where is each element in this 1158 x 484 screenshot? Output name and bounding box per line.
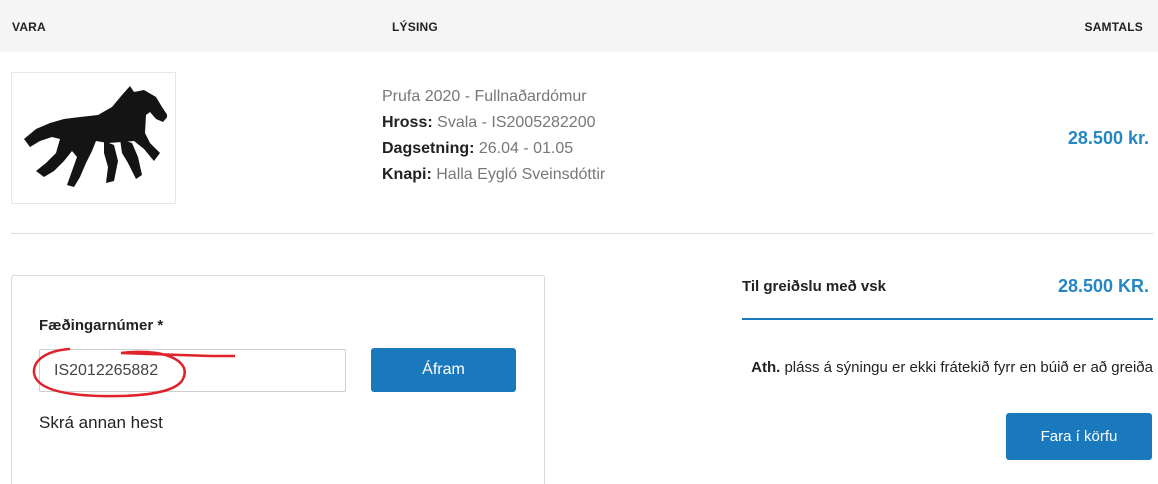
note-text: pláss á sýningu er ekki frátekið fyrr en… <box>780 359 1153 376</box>
horse-label: Hross: <box>382 114 433 131</box>
date-row: Dagsetning: 26.04 - 01.05 <box>382 136 605 162</box>
horse-silhouette-icon <box>24 86 167 187</box>
register-another-horse-link[interactable]: Skrá annan hest <box>39 413 163 433</box>
column-header-samtals: SAMTALS <box>1084 20 1143 34</box>
birth-number-label: Fæðingarnúmer * <box>39 317 164 334</box>
product-title: Prufa 2020 - Fullnaðardómur <box>382 88 587 105</box>
total-label: Til greiðslu með vsk <box>742 278 886 295</box>
column-header-lysing: LÝSING <box>392 20 438 34</box>
note-bold: Ath. <box>751 359 781 376</box>
product-description: Prufa 2020 - Fullnaðardómur Hross: Svala… <box>382 84 605 188</box>
total-underline <box>742 318 1153 320</box>
go-to-cart-button[interactable]: Fara í körfu <box>1006 413 1152 460</box>
horse-value: Svala - IS2005282200 <box>437 114 596 131</box>
horse-row: Hross: Svala - IS2005282200 <box>382 110 605 136</box>
section-divider <box>11 233 1153 234</box>
table-header: VARA LÝSING SAMTALS <box>0 0 1158 52</box>
birth-number-panel: Fæðingarnúmer * Áfram Skrá annan hest <box>11 275 545 484</box>
column-header-vara: VARA <box>12 20 46 34</box>
continue-button[interactable]: Áfram <box>371 348 516 392</box>
item-price: 28.500 kr. <box>1067 128 1149 148</box>
product-thumbnail <box>11 72 176 204</box>
total-value: 28.500 KR. <box>1057 276 1149 296</box>
date-label: Dagsetning: <box>382 140 475 157</box>
date-value: 26.04 - 01.05 <box>478 140 574 157</box>
rider-row: Knapi: Halla Eygló Sveinsdóttir <box>382 162 605 188</box>
payment-note: Ath. pláss á sýningu er ekki frátekið fy… <box>751 359 1153 376</box>
rider-label: Knapi: <box>382 166 432 183</box>
rider-value: Halla Eygló Sveinsdóttir <box>436 166 606 183</box>
birth-number-input[interactable] <box>39 349 346 392</box>
